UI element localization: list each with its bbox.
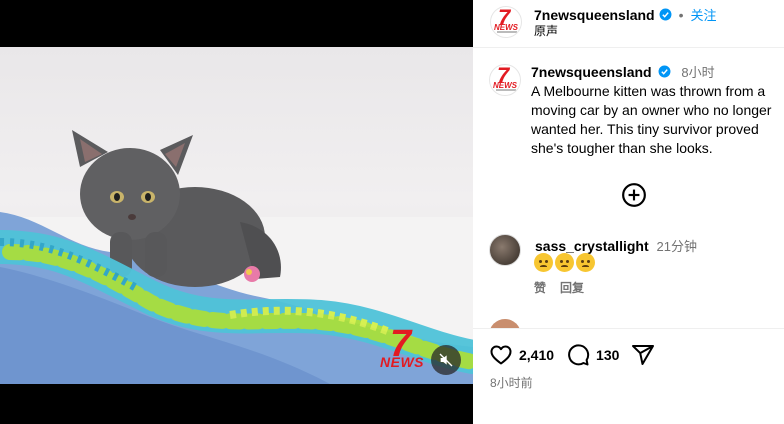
audio-label[interactable]: 原声 — [534, 22, 558, 39]
video-player[interactable]: 7 NEWS — [0, 47, 473, 384]
sad-face-emoji-icon — [555, 253, 574, 272]
comment-reply-button[interactable]: 回复 — [560, 279, 584, 296]
header-username[interactable]: 7newsqueensland — [534, 7, 655, 23]
caption-body: 7newsqueensland 8小时 A Melbourne kitten w… — [531, 63, 781, 158]
post-header: 7 NEWS 7newsqueensland • 关注 原声 — [473, 0, 784, 48]
plus-circle-icon[interactable] — [621, 182, 647, 208]
comment-button[interactable]: 130 — [566, 343, 619, 367]
7news-watermark-logo: 7 NEWS — [380, 323, 424, 370]
comment-text — [534, 253, 595, 272]
comment-time: 21分钟 — [656, 239, 697, 254]
mute-icon — [439, 353, 453, 367]
comment-count[interactable]: 130 — [596, 347, 619, 363]
avatar[interactable] — [489, 234, 521, 266]
heart-icon — [490, 345, 512, 365]
verified-badge-icon — [659, 65, 671, 78]
comment-username[interactable]: sass_crystallight — [535, 238, 649, 254]
share-button[interactable] — [631, 343, 655, 367]
comment-actions: 赞 回复 — [534, 279, 584, 296]
post-timestamp[interactable]: 8小时前 — [490, 374, 533, 391]
verified-badge-icon — [659, 8, 672, 21]
avatar[interactable]: 7 NEWS — [490, 6, 522, 38]
post-media: 7 NEWS — [0, 0, 473, 424]
comment-icon — [568, 344, 590, 366]
header-user-row: 7newsqueensland • 关注 — [534, 5, 717, 24]
caption-text: A Melbourne kitten was thrown from a mov… — [531, 83, 772, 156]
separator-dot: • — [678, 6, 684, 23]
post-footer: 2,410 130 8小时前 — [473, 328, 784, 424]
caption-time[interactable]: 8小时 — [681, 65, 714, 80]
sad-face-emoji-icon — [534, 253, 553, 272]
sad-face-emoji-icon — [576, 253, 595, 272]
share-icon — [632, 345, 655, 365]
follow-button[interactable]: 关注 — [691, 5, 717, 24]
post-side-panel: 7 NEWS 7newsqueensland • 关注 原声 7 NEWS 7new… — [473, 0, 784, 424]
comment-like-button[interactable]: 赞 — [534, 279, 546, 296]
post-actions: 2,410 130 — [489, 343, 667, 367]
like-count[interactable]: 2,410 — [519, 347, 554, 363]
caption-username[interactable]: 7newsqueensland — [531, 64, 652, 80]
avatar[interactable]: 7 NEWS — [489, 64, 521, 96]
like-button[interactable]: 2,410 — [489, 343, 554, 367]
mute-button[interactable] — [431, 345, 461, 375]
